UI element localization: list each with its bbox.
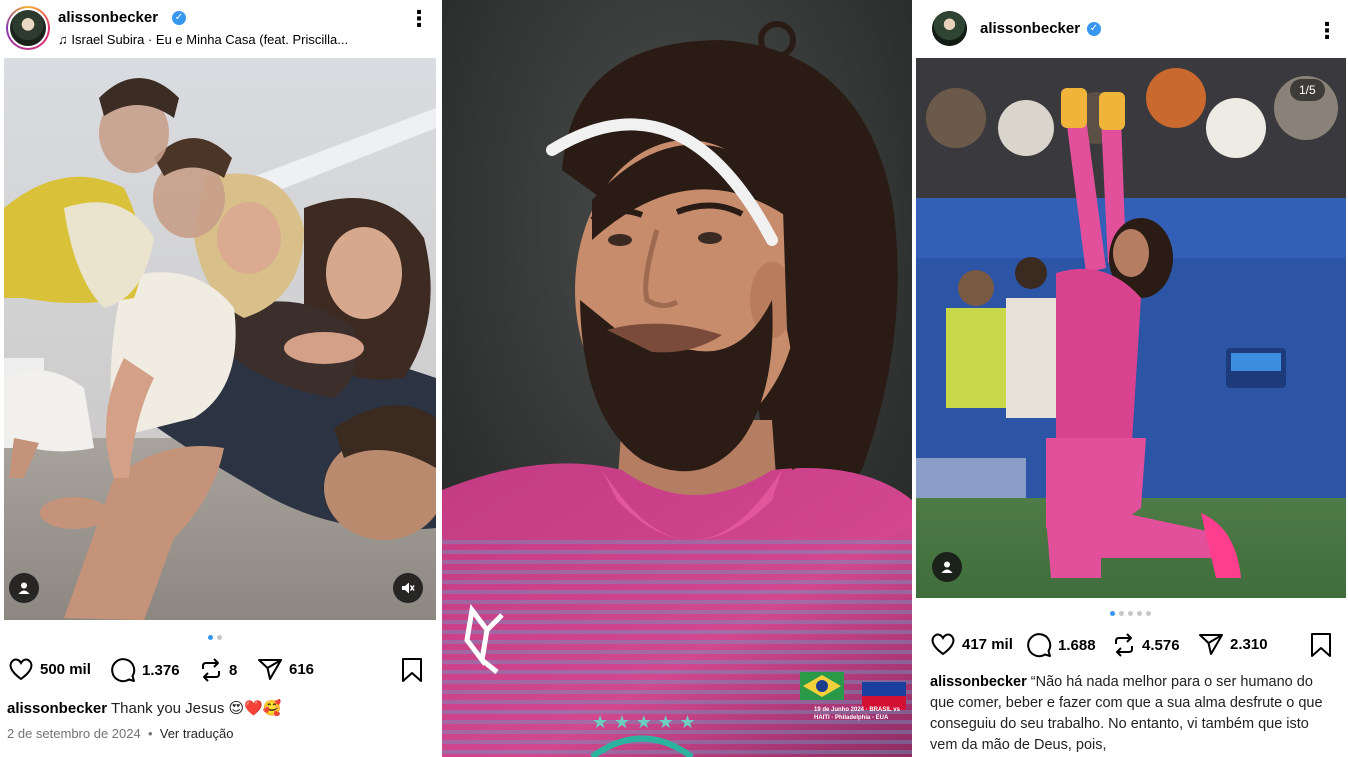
- save-button[interactable]: [401, 657, 423, 683]
- carousel-dot-active: [1110, 611, 1115, 616]
- repost-count: 8: [229, 661, 238, 679]
- goalkeeper-kneeling-image: [916, 58, 1346, 598]
- caption-username[interactable]: alissonbecker: [7, 700, 107, 717]
- family-photo-image: [4, 58, 436, 620]
- heart-icon: [9, 658, 33, 681]
- goalkeeper-portrait-image: ★ ★ ★ ★ ★: [442, 0, 912, 757]
- song-label[interactable]: ♫ Israel Subira · Eu e Minha Casa (feat.…: [58, 32, 348, 47]
- like-count: 417 mil: [962, 635, 1013, 653]
- username[interactable]: alissonbecker: [58, 9, 158, 26]
- caption-username[interactable]: alissonbecker: [930, 674, 1027, 690]
- meta-separator: •: [144, 726, 160, 741]
- post-caption: alissonbecker Thank you Jesus 😍❤️🥰: [7, 698, 427, 719]
- right-post: alissonbecker ✓ ⋮ 1/5 417 mil 1.688 4.57…: [916, 0, 1348, 757]
- repost-button[interactable]: 8: [199, 657, 237, 683]
- user-tag-icon[interactable]: [932, 552, 962, 582]
- post-header: alissonbecker ✓ ⋮: [916, 0, 1348, 56]
- like-button[interactable]: 417 mil: [930, 632, 1013, 656]
- svg-text:★ ★ ★ ★ ★: ★ ★ ★ ★ ★: [592, 712, 696, 733]
- avatar[interactable]: [932, 11, 967, 46]
- kit-match-text: 19 de Junho 2024 · BRASIL vs HAITI · Phi…: [814, 707, 900, 721]
- verified-badge-icon: ✓: [1087, 22, 1101, 36]
- translate-link[interactable]: Ver tradução: [160, 726, 234, 741]
- post-caption: alissonbecker “Não há nada melhor para o…: [930, 672, 1338, 756]
- carousel-dot: [1137, 611, 1142, 616]
- like-count: 500 mil: [40, 660, 91, 678]
- song-title: Israel Subira · Eu e Minha Casa (feat. P…: [71, 32, 349, 47]
- share-count: 616: [289, 660, 315, 678]
- repost-count: 4.576: [1142, 636, 1180, 654]
- bookmark-icon: [1311, 633, 1331, 657]
- comment-count: 1.688: [1058, 636, 1096, 654]
- share-count: 2.310: [1230, 635, 1268, 653]
- left-post: alissonbecker ✓ ♫ Israel Subira · Eu e M…: [0, 0, 438, 757]
- haiti-flag: [862, 682, 906, 696]
- comment-count: 1.376: [142, 661, 180, 679]
- post-meta: 2 de setembro de 2024 • Ver tradução: [7, 726, 233, 741]
- carousel-dot: [1128, 611, 1133, 616]
- more-options-icon[interactable]: ⋮: [408, 8, 430, 30]
- user-tag-icon[interactable]: [9, 573, 39, 603]
- share-button[interactable]: 2.310: [1198, 632, 1268, 656]
- share-button[interactable]: 616: [257, 657, 314, 681]
- heart-icon: [931, 633, 955, 656]
- carousel-dot-active: [208, 635, 213, 640]
- celebration-photo[interactable]: 1/5: [916, 58, 1346, 598]
- username[interactable]: alissonbecker: [980, 20, 1080, 37]
- caption-text: Thank you Jesus 😍❤️🥰: [110, 700, 282, 717]
- carousel-counter: 1/5: [1290, 79, 1325, 101]
- comment-icon: [111, 658, 136, 683]
- comment-button[interactable]: 1.688: [1026, 632, 1096, 658]
- carousel-dot: [1146, 611, 1151, 616]
- comment-button[interactable]: 1.376: [110, 657, 180, 683]
- carousel-dots: [208, 635, 222, 640]
- post-actions: 500 mil 1.376 8 616: [0, 657, 438, 687]
- repost-icon: [1115, 633, 1133, 657]
- post-actions: 417 mil 1.688 4.576 2.310: [916, 632, 1348, 662]
- avatar[interactable]: [6, 6, 50, 50]
- bookmark-icon: [402, 658, 422, 682]
- repost-icon: [202, 658, 220, 682]
- comment-icon: [1027, 633, 1052, 658]
- muted-speaker-icon[interactable]: [393, 573, 423, 603]
- family-photo[interactable]: [4, 58, 436, 620]
- carousel-dots: [1110, 611, 1151, 616]
- like-button[interactable]: 500 mil: [8, 657, 91, 681]
- post-date: 2 de setembro de 2024: [7, 726, 141, 741]
- carousel-dot: [217, 635, 222, 640]
- more-options-icon[interactable]: ⋮: [1316, 20, 1338, 42]
- music-note-icon: ♫: [58, 32, 68, 47]
- portrait-photo: ★ ★ ★ ★ ★ 19 de Junho 2024 · BRASIL vs H…: [442, 0, 912, 757]
- verified-badge-icon: ✓: [172, 11, 186, 25]
- post-header: alissonbecker ✓ ♫ Israel Subira · Eu e M…: [0, 0, 438, 56]
- send-icon: [1199, 634, 1223, 655]
- send-icon: [258, 659, 282, 680]
- carousel-dot: [1119, 611, 1124, 616]
- repost-button[interactable]: 4.576: [1112, 632, 1180, 658]
- save-button[interactable]: [1310, 632, 1332, 658]
